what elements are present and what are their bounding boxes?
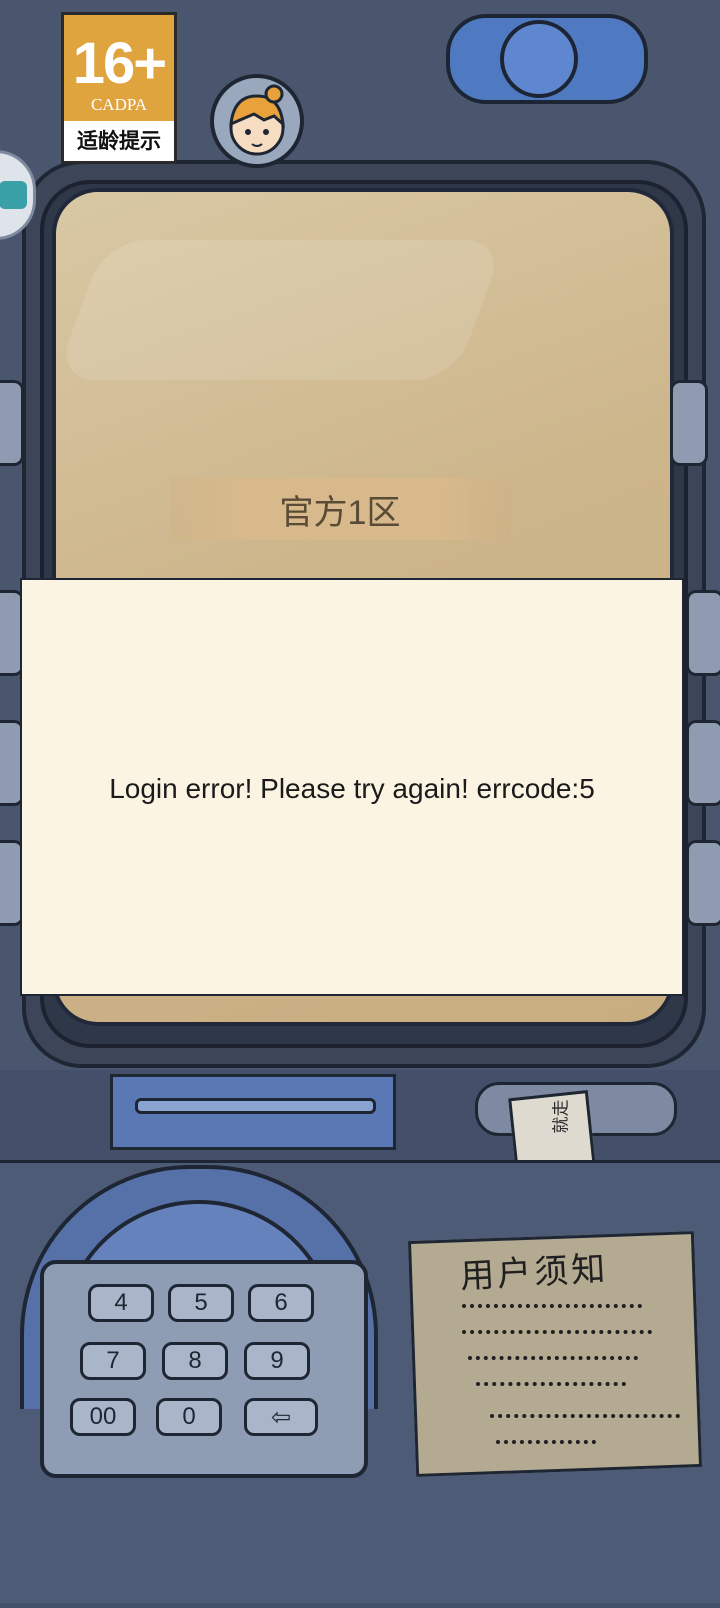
side-tab-right-1 <box>670 380 708 466</box>
key-backspace-icon[interactable]: ⇦ <box>244 1398 318 1436</box>
side-tab-right-3 <box>686 720 720 806</box>
notice-scribble-line <box>476 1374 626 1386</box>
app-float-icon <box>0 181 27 209</box>
age-rating-badge[interactable]: 16+ CADPA 适龄提示 <box>61 12 177 164</box>
age-rating-text: 16+ <box>72 31 167 96</box>
key-5[interactable]: 5 <box>168 1284 234 1322</box>
receipt-ticket-text: 就走 <box>551 1099 571 1134</box>
customer-service-avatar[interactable] <box>210 74 304 168</box>
key-7[interactable]: 7 <box>80 1342 146 1380</box>
notice-scribble-line <box>468 1348 638 1360</box>
error-message: Login error! Please try again! errcode:5 <box>109 773 595 804</box>
knob-lens-icon <box>500 20 578 98</box>
cadpa-label: CADPA <box>90 95 148 114</box>
key-00[interactable]: 00 <box>70 1398 136 1436</box>
server-name-banner[interactable]: 官方1区 <box>170 478 510 540</box>
notice-scribble-line <box>496 1432 596 1444</box>
side-tab-left-1 <box>0 380 24 466</box>
avatar-girl-icon <box>229 84 285 156</box>
notice-scribble-line <box>490 1406 680 1418</box>
key-8[interactable]: 8 <box>162 1342 228 1380</box>
key-6[interactable]: 6 <box>248 1284 314 1322</box>
user-notice-title: 用户须知 <box>459 1250 610 1296</box>
side-tab-right-4 <box>686 840 720 926</box>
notice-scribble-line <box>462 1296 642 1308</box>
card-slot <box>135 1098 376 1114</box>
notice-scribble-line <box>462 1322 652 1334</box>
age-hint-label: 适龄提示 <box>64 121 174 161</box>
atm-keypad: 4 5 6 7 8 9 00 0 ⇦ <box>40 1260 368 1478</box>
screen-glare <box>54 240 506 380</box>
key-4[interactable]: 4 <box>88 1284 154 1322</box>
key-9[interactable]: 9 <box>244 1342 310 1380</box>
error-dialog[interactable]: Login error! Please try again! errcode:5 <box>20 578 684 996</box>
side-tab-right-2 <box>686 590 720 676</box>
key-0[interactable]: 0 <box>156 1398 222 1436</box>
